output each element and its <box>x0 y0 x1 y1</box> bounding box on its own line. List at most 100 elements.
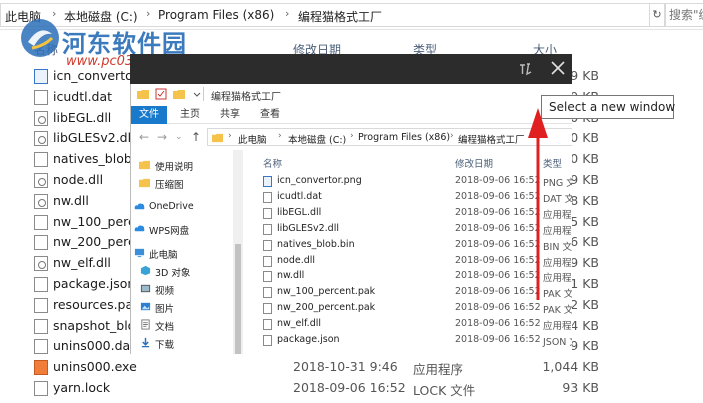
file-size: 6 KB <box>570 234 599 250</box>
file-name: icudtl.dat <box>53 88 113 104</box>
nav-item[interactable]: 使用说明 <box>131 156 249 174</box>
table-row[interactable]: package.json 2018-09-06 16:52JSON 文 <box>255 333 572 349</box>
file-icon <box>263 319 272 331</box>
nav-item[interactable]: 下载 <box>131 334 249 352</box>
pc-icon <box>134 248 145 258</box>
properties-icon[interactable] <box>155 88 167 100</box>
file-name: package.json <box>277 334 340 345</box>
file-name: nw_100_percent.pak <box>277 286 376 298</box>
file-name: nw_200_percent.pak <box>277 302 376 314</box>
chevron-down-icon[interactable] <box>191 88 203 100</box>
file-name: libEGL.dll <box>277 206 322 218</box>
file-name: node.dll <box>53 172 104 187</box>
table-row[interactable]: unins000.exe 2018-10-31 9:46 应用程序 1,044 KB <box>30 357 703 378</box>
file-name: resources.pa <box>53 296 134 312</box>
table-row[interactable]: nw_elf.dll 2018-09-06 16:52 应用程 <box>255 317 572 333</box>
file-name: icn_convertor.png <box>277 175 362 186</box>
title-bar[interactable]: 编程猫格式工厂 <box>131 84 572 106</box>
watermark-logo-icon <box>21 19 59 57</box>
chevron-right-icon[interactable]: › <box>228 131 232 141</box>
nav-item-label: 压缩图 <box>155 180 184 191</box>
dll-file-icon <box>34 173 48 188</box>
column-header-name[interactable]: 名称 <box>263 156 282 170</box>
inner-address-bar: ← → ⌄ ↑ › 此电脑 › 本地磁盘 (C:) › Program File… <box>131 126 572 148</box>
chevron-down-icon[interactable]: ⌄ <box>175 132 183 142</box>
navigation-pane[interactable] <box>0 30 30 403</box>
dll-file-icon <box>34 110 48 126</box>
inner-address-box[interactable]: › 此电脑 › 本地磁盘 (C:) › Program Files (x86) … <box>207 128 572 146</box>
file-name: node.dll <box>277 254 316 266</box>
folder-icon <box>139 178 150 188</box>
nav-item[interactable]: 图片 <box>131 298 249 316</box>
file-name: nw.dll <box>277 270 305 282</box>
nav-item[interactable]: 压缩图 <box>131 174 249 192</box>
tab-home[interactable]: 主页 <box>175 106 205 124</box>
file-size: 0 KB <box>570 130 599 146</box>
quick-access-toolbar <box>137 88 207 102</box>
file-name: libGLESv2.dll <box>53 130 135 146</box>
chevron-right-icon[interactable]: › <box>278 131 282 141</box>
nav-item-label: 下载 <box>155 340 175 351</box>
tab-file[interactable]: 文件 <box>131 106 167 124</box>
file-icon <box>34 339 48 355</box>
file-date: 2018-09-06 16:52 <box>293 380 406 395</box>
video-icon <box>140 284 151 293</box>
nav-item-label: OneDrive <box>149 201 194 212</box>
file-icon <box>34 318 48 334</box>
chevron-right-icon[interactable]: › <box>450 131 454 141</box>
file-name: yarn.lock <box>53 380 111 395</box>
back-arrow-icon[interactable]: ← <box>139 130 149 144</box>
select-window-button[interactable] <box>512 56 540 82</box>
breadcrumb-item[interactable]: 编程猫格式工厂 <box>298 8 382 25</box>
new-folder-icon[interactable] <box>173 88 185 100</box>
toolbar-divider <box>203 87 204 101</box>
file-icon <box>263 303 272 315</box>
nav-item[interactable]: 文档 <box>131 316 249 334</box>
nav-item[interactable]: OneDrive <box>131 198 249 216</box>
breadcrumb-item[interactable]: 本地磁盘 (C:) <box>288 132 346 146</box>
file-size: 4 KB <box>570 317 599 333</box>
nav-item-label: 文档 <box>155 322 175 333</box>
nav-scrollbar-thumb[interactable] <box>235 244 241 354</box>
inner-explorer-window[interactable]: 编程猫格式工厂 文件 主页 共享 查看 ← → ⌄ ↑ › 此电脑 › 本地磁盘… <box>130 84 572 354</box>
tab-share[interactable]: 共享 <box>215 106 245 124</box>
breadcrumb-item[interactable]: Program Files (x86) <box>358 132 450 143</box>
column-header-date[interactable]: 修改日期 <box>455 156 493 170</box>
nav-item-label: 图片 <box>155 304 175 315</box>
red-arrow-annotation <box>528 108 548 300</box>
nav-item[interactable]: 视频 <box>131 280 249 298</box>
file-type: LOCK 文件 <box>413 383 476 398</box>
breadcrumb-item[interactable]: 此电脑 <box>238 132 267 146</box>
picture-icon <box>140 302 151 311</box>
chevron-right-icon[interactable]: › <box>350 131 354 141</box>
close-button[interactable] <box>544 56 572 82</box>
forward-arrow-icon[interactable]: → <box>157 130 167 144</box>
file-icon <box>263 335 272 346</box>
chevron-right-icon[interactable]: › <box>285 7 289 20</box>
file-icon <box>34 214 48 230</box>
breadcrumb-item[interactable]: 编程猫格式工厂 <box>458 132 525 146</box>
file-icon <box>34 89 48 105</box>
inner-navigation-pane: 使用说明压缩图 OneDrive WPS网盘此电脑 3D 对象 视频图片文档下载 <box>131 150 249 354</box>
nav-item[interactable]: 此电脑 <box>131 244 249 262</box>
nav-item-label: 3D 对象 <box>155 268 191 279</box>
cube-icon <box>140 265 151 276</box>
file-name: libGLESv2.dll <box>277 222 339 234</box>
search-input[interactable]: 搜索"编 <box>664 3 703 27</box>
file-size: 1 KB <box>570 276 599 291</box>
file-type: PAK 文 <box>543 305 572 317</box>
file-icon <box>34 297 48 313</box>
tab-view[interactable]: 查看 <box>255 106 285 124</box>
overlay-toolbar <box>130 54 572 84</box>
up-arrow-icon[interactable]: ↑ <box>191 130 201 144</box>
image-file-icon <box>263 176 272 187</box>
nav-item[interactable]: WPS网盘 <box>131 220 249 238</box>
folder-icon[interactable] <box>137 88 149 100</box>
file-icon <box>34 277 48 292</box>
nav-item-label: 此电脑 <box>149 250 178 261</box>
table-row[interactable]: yarn.lock 2018-09-06 16:52 LOCK 文件 93 KB <box>30 378 703 399</box>
nav-item[interactable]: 3D 对象 <box>131 262 249 280</box>
file-name: unins000.exe <box>53 359 137 375</box>
file-name: nw_elf.dll <box>53 255 111 271</box>
file-size: 9 KB <box>570 172 599 187</box>
